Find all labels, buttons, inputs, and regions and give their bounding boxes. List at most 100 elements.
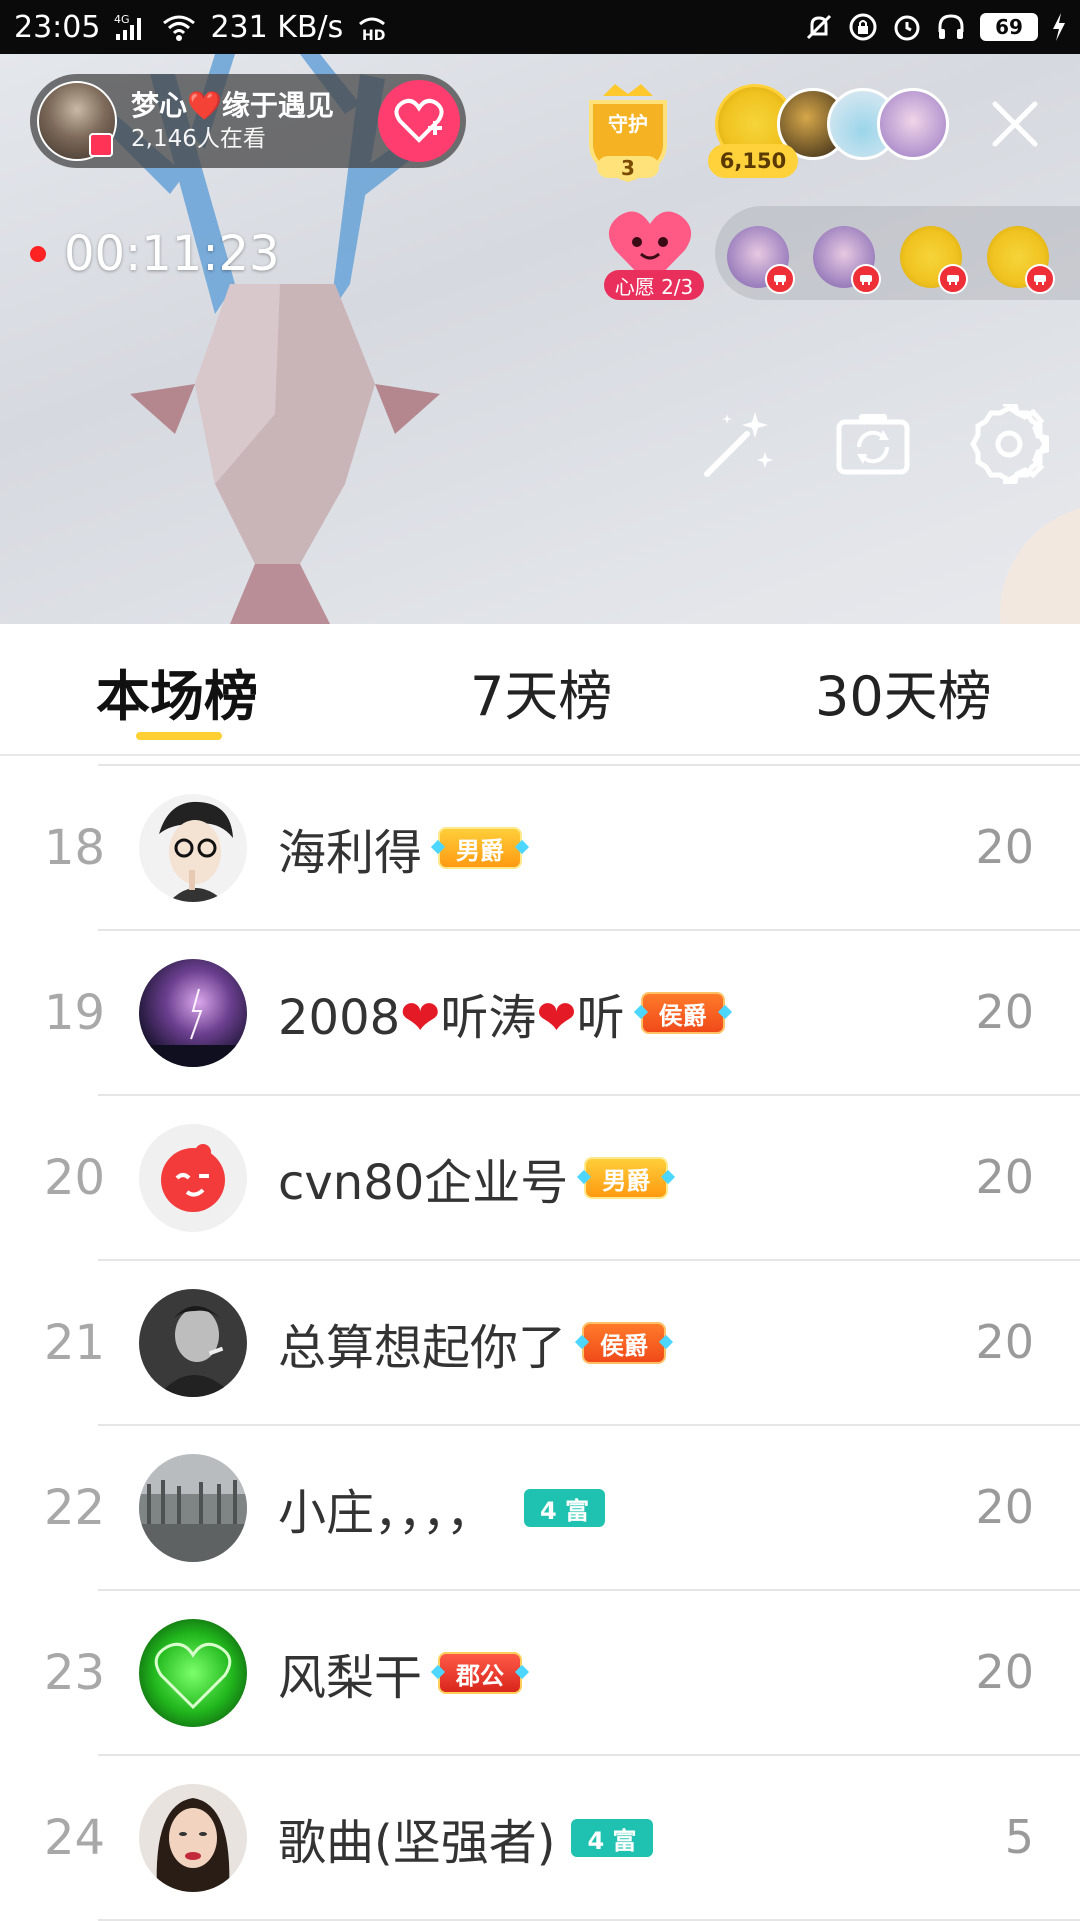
- rank-number: 24: [44, 1810, 106, 1866]
- contribution-score: 5: [1004, 1810, 1034, 1864]
- status-bar: 23:05 4G 231 KB/s HD 69: [0, 0, 1080, 54]
- user-name: 风梨干: [278, 1650, 423, 1706]
- user-name: 总算想起你了: [278, 1320, 567, 1376]
- guard-label: 守护: [608, 112, 648, 136]
- seat-avatar-1[interactable]: [727, 226, 795, 294]
- contribution-score: 20: [975, 1150, 1034, 1204]
- seat-avatar-3[interactable]: [900, 226, 968, 294]
- magic-wand-icon: [704, 412, 773, 477]
- user-name-group: 歌曲(坚强者) 4 富: [278, 1802, 653, 1874]
- user-name-group: 小庄，，，， 4 富: [278, 1472, 606, 1544]
- host-avatar[interactable]: [37, 81, 117, 161]
- contribution-score: 20: [975, 985, 1034, 1039]
- wish-label[interactable]: 心愿 2/3: [604, 270, 704, 300]
- rank-number: 20: [44, 1150, 106, 1206]
- camera-switch-icon: [836, 414, 910, 475]
- noble-badge: 郡公: [430, 1652, 530, 1694]
- user-avatar[interactable]: [139, 959, 247, 1067]
- contribution-score: 20: [975, 820, 1034, 874]
- contribution-score: 20: [975, 1315, 1034, 1369]
- user-name-group: 总算想起你了 侯爵: [278, 1307, 674, 1379]
- host-name: 梦心❤️缘于遇见: [131, 89, 334, 122]
- svg-text:4G: 4G: [114, 13, 130, 26]
- viewer-count: 2,146人在看: [131, 126, 266, 152]
- contribution-score: 20: [975, 1480, 1034, 1534]
- ranking-tabs: 本场榜 7天榜 30天榜: [0, 624, 1080, 756]
- user-avatar[interactable]: [139, 1454, 247, 1562]
- tab-30-days[interactable]: 30天榜: [815, 652, 992, 731]
- user-name: 小庄，，，，: [278, 1485, 495, 1541]
- beauty-filter-button[interactable]: [697, 404, 777, 484]
- rank-row[interactable]: 22 小庄，，，， 4 富 20: [0, 1426, 1080, 1591]
- rank-number: 21: [44, 1315, 106, 1371]
- heart-plus-icon: [394, 98, 444, 143]
- rank-row[interactable]: 21 总算想起你了 侯爵 20: [0, 1261, 1080, 1426]
- network-speed: 231 KB/s: [210, 9, 344, 45]
- noble-badge: 侯爵: [574, 1322, 674, 1364]
- contribution-score: 20: [975, 1645, 1034, 1699]
- rank-row[interactable]: 18 海利得 男爵 20: [0, 766, 1080, 931]
- viewer-avatar-4[interactable]: [877, 88, 949, 160]
- user-name-group: 风梨干 郡公: [278, 1637, 530, 1709]
- heart-icon: ❤: [400, 990, 441, 1046]
- user-avatar[interactable]: [139, 794, 247, 902]
- charging-icon: [1052, 11, 1066, 43]
- timer-text: 00:11:23: [64, 226, 280, 282]
- recording-dot-icon: [30, 246, 46, 262]
- rank-number: 19: [44, 985, 106, 1041]
- noble-badge: 男爵: [430, 827, 530, 869]
- user-name-group: 2008❤听涛❤听 侯爵: [278, 977, 732, 1049]
- rank-row[interactable]: 19 2008❤听涛❤听 侯爵 20: [0, 931, 1080, 1096]
- user-avatar[interactable]: [139, 1289, 247, 1397]
- svg-text:HD: HD: [362, 28, 385, 42]
- active-tab-indicator: [136, 732, 222, 740]
- wealth-badge: 4 富: [524, 1489, 606, 1527]
- rank-row[interactable]: 23 风梨干 郡公 20: [0, 1591, 1080, 1756]
- tab-current-session[interactable]: 本场榜: [96, 652, 258, 731]
- seat-icon: [851, 264, 881, 294]
- user-name: 海利得: [278, 825, 423, 881]
- settings-button[interactable]: [969, 401, 1050, 485]
- hd-voice-icon: HD: [357, 11, 387, 43]
- rank-row[interactable]: 20 cvn80企业号 男爵 20: [0, 1096, 1080, 1261]
- noble-badge: 侯爵: [633, 992, 732, 1034]
- guard-count: 3: [621, 156, 635, 180]
- follow-button[interactable]: [378, 80, 460, 162]
- close-button[interactable]: [985, 94, 1045, 154]
- user-avatar[interactable]: [139, 1619, 247, 1727]
- host-info-pill[interactable]: 梦心❤️缘于遇见 2,146人在看: [30, 74, 466, 168]
- live-indicator-icon: [89, 133, 113, 157]
- noble-badge: 男爵: [577, 1157, 676, 1199]
- heart-icon: ❤: [536, 990, 577, 1046]
- headphones-icon: [936, 11, 966, 43]
- tab-7-days[interactable]: 7天榜: [470, 652, 612, 731]
- rank-row[interactable]: 24 歌曲(坚强者) 4 富 5: [0, 1756, 1080, 1921]
- user-avatar[interactable]: [139, 1784, 247, 1892]
- wealth-badge: 4 富: [571, 1819, 653, 1857]
- user-name: cvn80企业号: [278, 1155, 569, 1211]
- user-avatar[interactable]: [139, 1124, 247, 1232]
- guard-badge[interactable]: 守护 3: [583, 82, 673, 183]
- ranking-list[interactable]: 18 海利得 男爵 20 19 2008❤听涛❤听 侯爵 20 20 cvn80…: [0, 756, 1080, 1921]
- gold-count-badge: 6,150: [708, 144, 798, 178]
- user-name-group: 海利得 男爵: [278, 812, 530, 884]
- close-icon: [992, 101, 1038, 147]
- wifi-icon: [162, 11, 196, 43]
- user-name: 2008❤听涛❤听: [278, 990, 625, 1046]
- seat-avatar-2[interactable]: [813, 226, 881, 294]
- seat-icon: [1025, 264, 1055, 294]
- rank-number: 18: [44, 820, 106, 876]
- user-name-group: cvn80企业号 男爵: [278, 1142, 676, 1214]
- lock-rotation-icon: [848, 11, 878, 43]
- gear-icon: [970, 401, 1050, 485]
- cellular-signal-icon: 4G: [114, 11, 148, 43]
- seat-icon: [938, 264, 968, 294]
- seat-icon: [765, 264, 795, 294]
- live-stream-view[interactable]: 梦心❤️缘于遇见 2,146人在看 守护 3 6,150 00:11:23 心愿…: [0, 54, 1080, 624]
- seat-avatar-4[interactable]: [987, 226, 1055, 294]
- mute-bell-icon: [804, 11, 834, 43]
- battery-icon: 69: [980, 13, 1038, 41]
- switch-camera-button[interactable]: [833, 404, 913, 484]
- host-text: 梦心❤️缘于遇见 2,146人在看: [131, 88, 334, 154]
- live-timer: 00:11:23: [30, 226, 280, 282]
